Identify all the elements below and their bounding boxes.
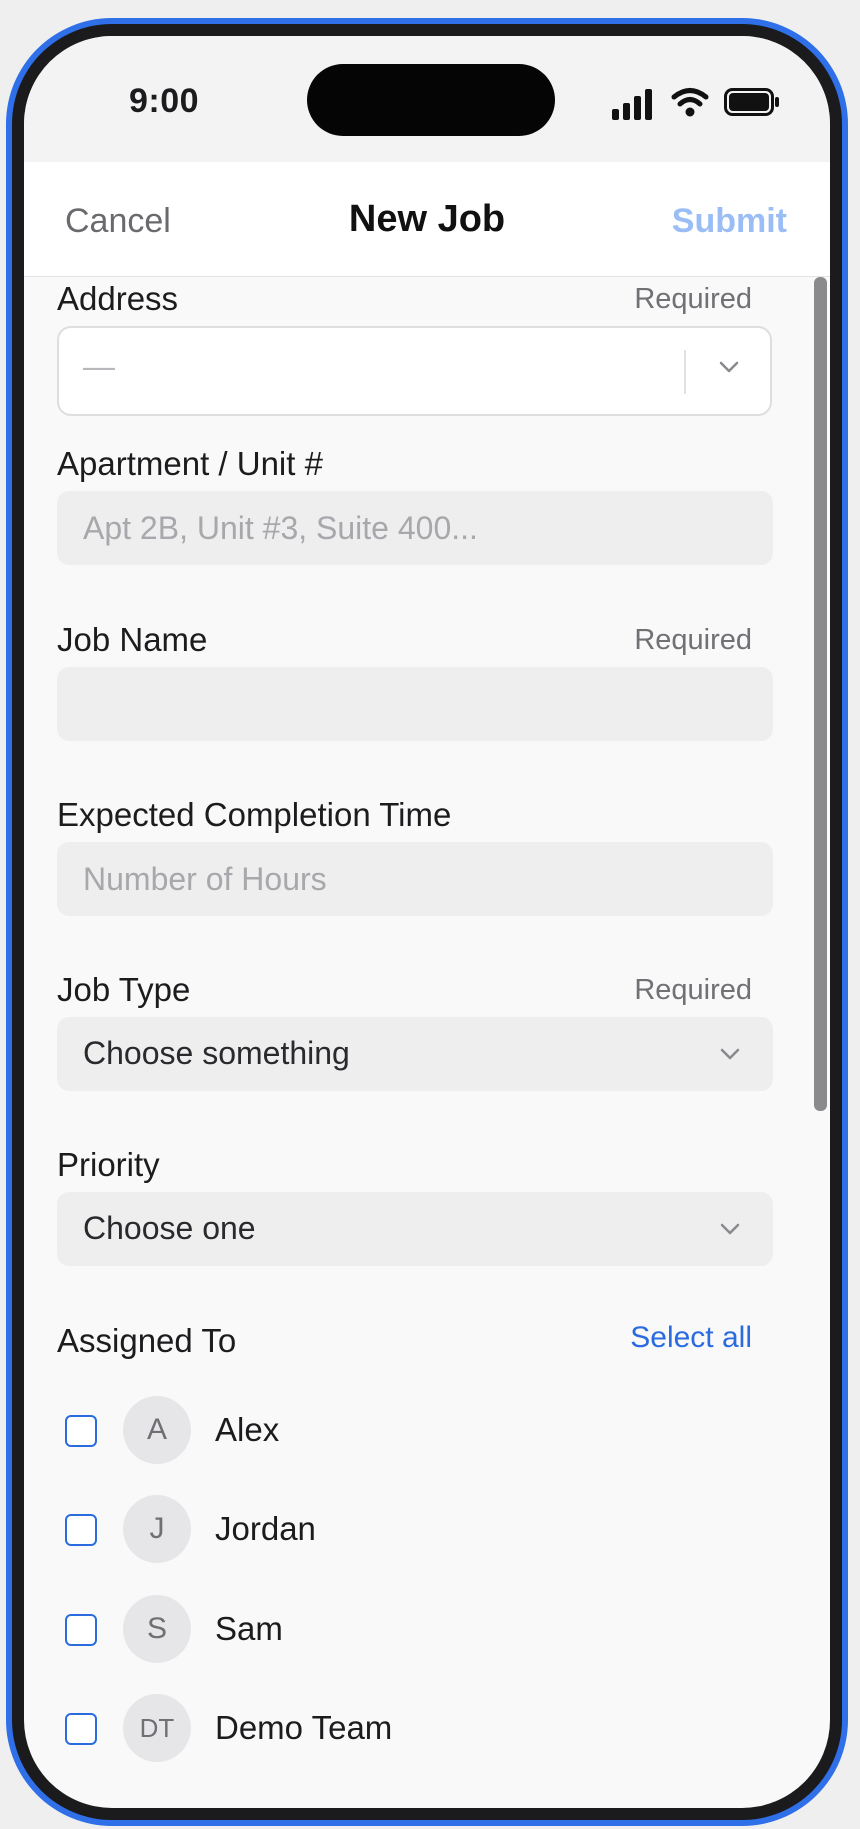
- assignee-row[interactable]: S Sam: [57, 1594, 773, 1666]
- apartment-label: Apartment / Unit #: [57, 445, 323, 482]
- navigation-bar: Cancel New Job Submit: [24, 162, 830, 277]
- avatar: A: [123, 1396, 191, 1464]
- assignee-name: Demo Team: [215, 1709, 393, 1746]
- dynamic-island: [307, 64, 555, 136]
- screen: 9:00 Cancel New Job Submit Address Requi…: [24, 36, 830, 1808]
- assignee-name: Alex: [215, 1411, 280, 1448]
- submit-button[interactable]: Submit: [672, 202, 787, 241]
- job-type-required-label: Required: [634, 974, 752, 1006]
- status-time: 9:00: [129, 82, 200, 120]
- priority-label: Priority: [57, 1146, 160, 1183]
- completion-time-label: Expected Completion Time: [57, 796, 452, 833]
- address-label: Address: [57, 280, 179, 317]
- assignee-name: Sam: [215, 1610, 283, 1647]
- address-required-label: Required: [634, 283, 752, 315]
- job-type-value: Choose something: [83, 1035, 350, 1071]
- priority-select[interactable]: Choose one: [57, 1192, 773, 1266]
- completion-hours-input[interactable]: [57, 842, 773, 916]
- chevron-down-icon: [720, 1048, 740, 1060]
- battery-icon: [724, 88, 779, 116]
- assignee-row[interactable]: DT Demo Team: [57, 1693, 773, 1765]
- wifi-icon: [671, 88, 709, 117]
- apartment-input[interactable]: [57, 491, 773, 565]
- job-type-select[interactable]: Choose something: [57, 1017, 773, 1091]
- assignee-checkbox[interactable]: [65, 1514, 97, 1546]
- job-name-label: Job Name: [57, 621, 208, 658]
- signal-icon: [612, 89, 652, 120]
- job-type-label: Job Type: [57, 971, 191, 1008]
- assignee-row[interactable]: A Alex: [57, 1395, 773, 1467]
- avatar: DT: [123, 1694, 191, 1762]
- job-name-required-label: Required: [634, 624, 752, 656]
- chevron-down-icon: [720, 1223, 740, 1235]
- chevron-down-icon[interactable]: [718, 360, 740, 374]
- status-bar: 9:00: [24, 36, 830, 162]
- job-name-input[interactable]: [57, 667, 773, 741]
- priority-value: Choose one: [83, 1210, 256, 1246]
- address-select[interactable]: —: [57, 326, 772, 416]
- cancel-button[interactable]: Cancel: [65, 202, 171, 241]
- assignee-checkbox[interactable]: [65, 1713, 97, 1745]
- avatar: J: [123, 1495, 191, 1563]
- assignee-row[interactable]: J Jordan: [57, 1494, 773, 1566]
- scrollbar[interactable]: [814, 277, 827, 1111]
- assignee-checkbox[interactable]: [65, 1614, 97, 1646]
- assignee-name: Jordan: [215, 1510, 316, 1547]
- form-scroll-area[interactable]: Address Required — Apartment / Unit # Jo…: [24, 277, 830, 1808]
- assignee-checkbox[interactable]: [65, 1415, 97, 1447]
- assigned-to-label: Assigned To: [57, 1322, 237, 1359]
- avatar: S: [123, 1595, 191, 1663]
- address-value: —: [83, 348, 115, 384]
- address-divider: [684, 350, 686, 394]
- select-all-link[interactable]: Select all: [630, 1321, 752, 1355]
